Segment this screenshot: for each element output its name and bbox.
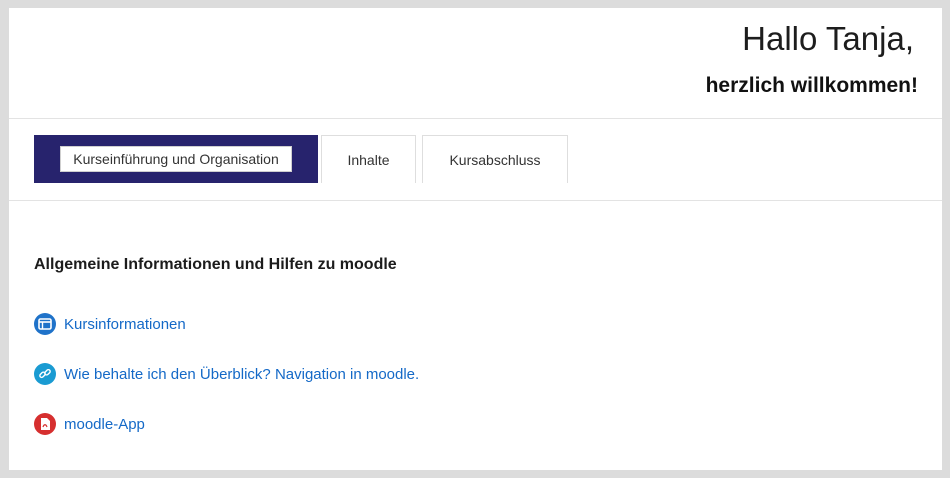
greeting-text: Hallo Tanja, [742,20,914,57]
section-title: Allgemeine Informationen und Hilfen zu m… [34,256,397,273]
link-icon [34,363,56,385]
welcome-text: herzlich willkommen! [705,74,918,97]
activity-link[interactable]: Kursinformationen [64,316,186,333]
course-page: Hallo Tanja, herzlich willkommen! Kursei… [9,8,942,470]
tab-kurseinfuehrung[interactable]: Kurseinführung und Organisation [34,135,318,183]
activity-link[interactable]: moodle-App [64,416,145,433]
activity-kursinformationen[interactable]: Kursinformationen [34,313,186,335]
section-tabs: Kurseinführung und Organisation Inhalte … [9,119,942,201]
tab-label: Kursabschluss [449,151,541,168]
page-header: Hallo Tanja, herzlich willkommen! [9,8,942,119]
pdf-icon [34,413,56,435]
tab-kursabschluss[interactable]: Kursabschluss [422,135,568,183]
tab-label: Inhalte [347,151,390,168]
tab-inhalte[interactable]: Inhalte [321,135,416,183]
activity-navigation[interactable]: Wie behalte ich den Überblick? Navigatio… [34,363,419,385]
page-icon [34,313,56,335]
activity-link[interactable]: Wie behalte ich den Überblick? Navigatio… [64,366,419,383]
activity-moodle-app[interactable]: moodle-App [34,413,145,435]
tab-label: Kurseinführung und Organisation [60,146,292,172]
